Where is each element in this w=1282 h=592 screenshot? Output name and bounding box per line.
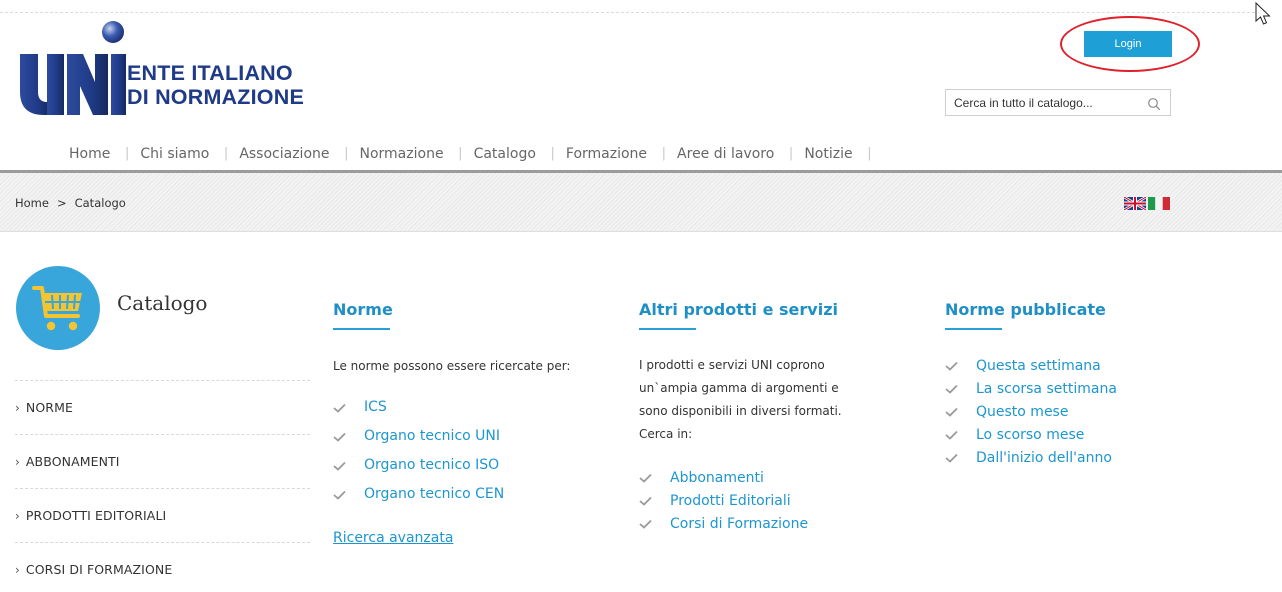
- page-title: Catalogo: [117, 291, 208, 315]
- pubblicate-link-label[interactable]: Dall'inizio dell'anno: [976, 450, 1112, 466]
- check-icon: [333, 461, 346, 471]
- logo-line-1: ENTE ITALIANO: [127, 61, 293, 85]
- norme-link-label[interactable]: Organo tecnico ISO: [364, 451, 499, 480]
- altri-links: Abbonamenti Prodotti Editoriali Corsi di…: [639, 466, 842, 535]
- sidebar-item-norme[interactable]: › NORME: [15, 380, 310, 434]
- altri-heading-underline: [639, 328, 696, 330]
- breadcrumb-home[interactable]: Home: [15, 196, 49, 210]
- check-icon: [945, 407, 958, 417]
- breadcrumb-bar: [0, 173, 1282, 232]
- chevron-right-icon: ›: [15, 508, 20, 523]
- nav-item-formazione[interactable]: Formazione: [551, 146, 666, 162]
- altri-heading: Altri prodotti e servizi: [639, 300, 838, 319]
- norme-link-organo-iso[interactable]: Organo tecnico ISO: [333, 451, 570, 480]
- search-icon[interactable]: [1147, 97, 1161, 111]
- norme-link-ics[interactable]: ICS: [333, 393, 570, 422]
- pubblicate-column: Norme pubblicate Questa settimana La sco…: [945, 300, 1117, 469]
- chevron-right-icon: ›: [15, 400, 20, 415]
- altri-intro-line: un`ampia gamma di argomenti e: [639, 381, 839, 395]
- search-input[interactable]: [946, 95, 1138, 110]
- check-icon: [333, 432, 346, 442]
- sidebar-item-corsi-di-formazione[interactable]: › CORSI DI FORMAZIONE: [15, 542, 310, 592]
- pubblicate-link-label[interactable]: Lo scorso mese: [976, 427, 1084, 443]
- pubblicate-link-inizio-anno[interactable]: Dall'inizio dell'anno: [945, 446, 1117, 469]
- altri-link-label[interactable]: Corsi di Formazione: [670, 516, 808, 532]
- nav-item-aree-di-lavoro[interactable]: Aree di lavoro: [662, 146, 794, 162]
- check-icon: [639, 496, 652, 506]
- pubblicate-link-scorsa-settimana[interactable]: La scorsa settimana: [945, 377, 1117, 400]
- cart-icon: [32, 286, 82, 331]
- sidebar-item-label: CORSI DI FORMAZIONE: [25, 562, 173, 577]
- uni-logo-mark: [20, 21, 126, 115]
- sidebar: › NORME › ABBONAMENTI › PRODOTTI EDITORI…: [15, 380, 310, 592]
- uni-logo[interactable]: ENTE ITALIANO DI NORMAZIONE: [17, 20, 357, 120]
- logo-text: ENTE ITALIANO DI NORMAZIONE: [127, 61, 304, 109]
- norme-links: ICS Organo tecnico UNI Organo tecnico IS…: [333, 393, 570, 509]
- advanced-search-link[interactable]: Ricerca avanzata: [333, 530, 453, 546]
- norme-link-label[interactable]: Organo tecnico CEN: [364, 480, 504, 509]
- top-divider: [0, 12, 1255, 13]
- sidebar-item-prodotti-editoriali[interactable]: › PRODOTTI EDITORIALI: [15, 488, 310, 542]
- pubblicate-heading: Norme pubblicate: [945, 300, 1106, 319]
- norme-intro: Le norme possono essere ricercate per:: [333, 359, 571, 373]
- check-icon: [333, 490, 346, 500]
- pubblicate-link-scorso-mese[interactable]: Lo scorso mese: [945, 423, 1117, 446]
- italy-flag-icon[interactable]: [1148, 197, 1170, 210]
- breadcrumb-separator: >: [56, 196, 67, 210]
- login-button[interactable]: Login: [1084, 31, 1172, 57]
- pubblicate-links: Questa settimana La scorsa settimana Que…: [945, 354, 1117, 469]
- breadcrumb: Home > Catalogo: [15, 196, 126, 210]
- nav-item-catalogo[interactable]: Catalogo: [459, 146, 556, 162]
- norme-link-label[interactable]: Organo tecnico UNI: [364, 422, 500, 451]
- check-icon: [945, 430, 958, 440]
- altri-intro-line: sono disponibili in diversi formati.: [639, 404, 842, 418]
- cursor-icon: [1255, 2, 1271, 25]
- check-icon: [945, 361, 958, 371]
- norme-heading-underline: [333, 328, 390, 330]
- altri-link-prodotti-editoriali[interactable]: Prodotti Editoriali: [639, 489, 842, 512]
- pubblicate-link-questo-mese[interactable]: Questo mese: [945, 400, 1117, 423]
- search-box[interactable]: [945, 89, 1171, 116]
- breadcrumb-current: Catalogo: [74, 196, 126, 210]
- norme-link-organo-cen[interactable]: Organo tecnico CEN: [333, 480, 570, 509]
- logo-line-2: DI NORMAZIONE: [127, 85, 304, 109]
- altri-intro: I prodotti e servizi UNI coprono un`ampi…: [639, 354, 842, 446]
- main-nav: Home Chi siamo Associazione Normazione C…: [54, 142, 872, 166]
- norme-column: Norme Le norme possono essere ricercate …: [333, 300, 570, 546]
- nav-item-notizie[interactable]: Notizie: [789, 146, 872, 162]
- check-icon: [945, 453, 958, 463]
- check-icon: [639, 519, 652, 529]
- uk-flag-icon[interactable]: [1124, 197, 1146, 210]
- norme-link-label[interactable]: ICS: [364, 393, 387, 422]
- altri-intro-line: Cerca in:: [639, 427, 693, 441]
- pubblicate-link-label[interactable]: Questo mese: [976, 404, 1068, 420]
- norme-link-organo-uni[interactable]: Organo tecnico UNI: [333, 422, 570, 451]
- nav-item-chi-siamo[interactable]: Chi siamo: [125, 146, 228, 162]
- pubblicate-link-label[interactable]: La scorsa settimana: [976, 381, 1117, 397]
- altri-link-corsi-di-formazione[interactable]: Corsi di Formazione: [639, 512, 842, 535]
- check-icon: [639, 473, 652, 483]
- altri-column: Altri prodotti e servizi I prodotti e se…: [639, 300, 842, 535]
- check-icon: [945, 384, 958, 394]
- chevron-right-icon: ›: [15, 454, 20, 469]
- altri-intro-line: I prodotti e servizi UNI coprono: [639, 358, 825, 372]
- check-icon: [333, 403, 346, 413]
- nav-item-normazione[interactable]: Normazione: [345, 146, 463, 162]
- sidebar-item-label: NORME: [25, 400, 73, 415]
- sidebar-item-label: ABBONAMENTI: [25, 454, 120, 469]
- pubblicate-link-label[interactable]: Questa settimana: [976, 358, 1101, 374]
- sidebar-item-label: PRODOTTI EDITORIALI: [25, 508, 167, 523]
- chevron-right-icon: ›: [15, 562, 20, 577]
- altri-link-label[interactable]: Abbonamenti: [670, 470, 764, 486]
- nav-item-home[interactable]: Home: [54, 146, 130, 162]
- altri-link-label[interactable]: Prodotti Editoriali: [670, 493, 791, 509]
- norme-heading: Norme: [333, 300, 393, 319]
- language-switcher: [1124, 197, 1170, 210]
- nav-item-associazione[interactable]: Associazione: [224, 146, 348, 162]
- pubblicate-link-questa-settimana[interactable]: Questa settimana: [945, 354, 1117, 377]
- altri-link-abbonamenti[interactable]: Abbonamenti: [639, 466, 842, 489]
- pubblicate-heading-underline: [945, 328, 1002, 330]
- catalog-badge: [16, 266, 100, 350]
- sidebar-item-abbonamenti[interactable]: › ABBONAMENTI: [15, 434, 310, 488]
